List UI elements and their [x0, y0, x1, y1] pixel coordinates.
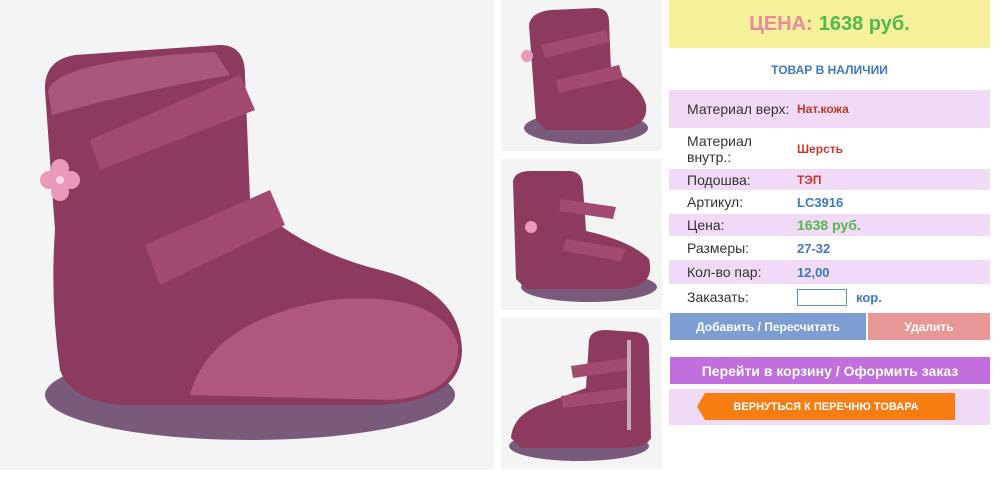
- spec-key: Подошва:: [687, 171, 751, 188]
- spec-value: 1638 руб.: [797, 217, 861, 233]
- product-thumbnail-1[interactable]: [501, 0, 662, 151]
- spec-key: Кол-во пар:: [687, 264, 762, 280]
- price-header: ЦЕНА: 1638 руб.: [669, 0, 990, 48]
- stock-status: ТОВАР В НАЛИЧИИ: [771, 63, 888, 77]
- quantity-input[interactable]: [797, 288, 847, 306]
- spec-value: 27-32: [797, 240, 831, 256]
- back-to-list-button[interactable]: ВЕРНУТЬСЯ К ПЕРЕЧНЮ ТОВАРА: [697, 393, 955, 420]
- order-unit: кор.: [856, 289, 882, 305]
- spec-value: Нат.кожа: [797, 102, 849, 116]
- product-main-image[interactable]: [0, 0, 494, 470]
- spec-row-sizes: Размеры: 27-32: [669, 237, 990, 259]
- back-button-container: ВЕРНУТЬСЯ К ПЕРЕЧНЮ ТОВАРА: [669, 389, 990, 425]
- spec-value: Шерсть: [797, 142, 843, 156]
- order-row: Заказать: кор.: [669, 285, 990, 309]
- price-value: 1638 руб.: [818, 12, 910, 35]
- delete-button[interactable]: Удалить: [868, 313, 990, 340]
- order-label: Заказать:: [687, 289, 749, 305]
- add-recalculate-button[interactable]: Добавить / Пересчитать: [670, 313, 866, 340]
- spec-key: Материал верх:: [687, 101, 790, 117]
- spec-row-material-top: Материал верх: Нат.кожа: [669, 90, 990, 128]
- product-thumbnail-3[interactable]: [501, 318, 662, 469]
- spec-key: Цена:: [687, 217, 725, 233]
- spec-row-material-inner: Материал внутр.: Шерсть: [669, 130, 990, 168]
- spec-key: Артикул:: [687, 194, 744, 210]
- spec-row-price: Цена: 1638 руб.: [669, 214, 990, 236]
- spec-row-sole: Подошва: ТЭП: [669, 169, 990, 190]
- spec-row-article: Артикул: LC3916: [669, 191, 990, 213]
- spec-key: Материал внутр.:: [687, 133, 752, 165]
- boot-thumb-illustration-1: [521, 8, 648, 144]
- product-thumbnail-2[interactable]: [501, 159, 662, 310]
- price-label: ЦЕНА:: [749, 12, 813, 35]
- spec-key: Размеры:: [687, 240, 750, 256]
- spec-value: 12,00: [797, 264, 830, 280]
- spec-value: ТЭП: [797, 172, 822, 187]
- boot-thumb-illustration-3: [509, 330, 651, 461]
- go-to-cart-button[interactable]: Перейти в корзину / Оформить заказ: [670, 357, 990, 384]
- spec-value: LC3916: [797, 194, 844, 210]
- boot-thumb-illustration-2: [513, 171, 657, 302]
- boot-main-illustration: [40, 45, 462, 440]
- spec-row-pairs: Кол-во пар: 12,00: [669, 260, 990, 284]
